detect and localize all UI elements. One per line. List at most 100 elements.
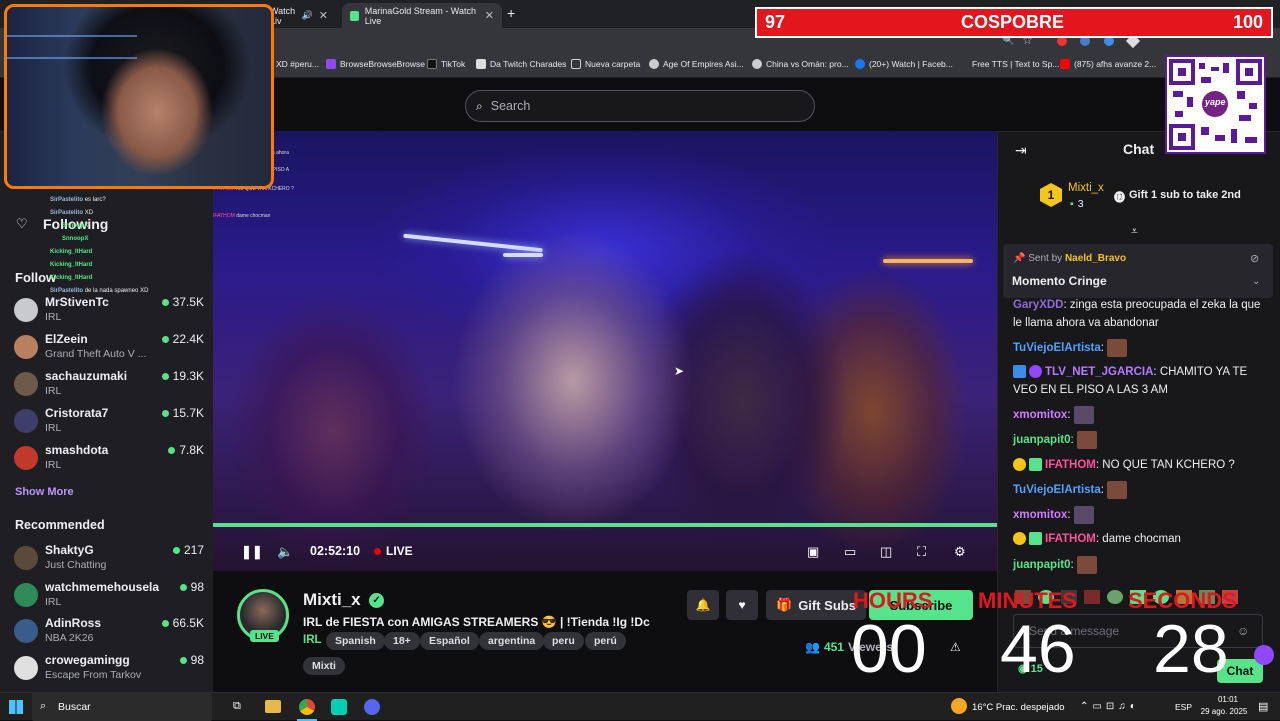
avatar [14, 409, 38, 433]
bookmark-item[interactable]: TikTok [427, 59, 465, 69]
pinned-sender-line: 📌 Sent by Naeld_Bravo [1013, 253, 1126, 264]
viewers-icon: 👥 [805, 640, 820, 654]
sidebar-channel-cristorata7[interactable]: Cristorata7 IRL 15.7K [14, 405, 204, 439]
show-more-link[interactable]: Show More [15, 486, 74, 498]
progress-bar[interactable] [213, 523, 997, 527]
sidebar-channel-mrstiventc[interactable]: MrStivenTc IRL 37.5K [14, 294, 204, 328]
chat-username[interactable]: TuViejoElArtista [1013, 484, 1101, 496]
windows-start-icon[interactable] [9, 700, 23, 714]
new-tab-icon[interactable]: + [507, 5, 515, 21]
tag-peru-accent[interactable]: perú [585, 632, 626, 650]
theatre-mode-icon[interactable]: ▭ [844, 544, 856, 560]
chevron-down-icon[interactable]: ⌄ [1252, 276, 1260, 287]
clock-time[interactable]: 01:01 [1210, 695, 1246, 704]
overlay-chat-user: Kicking_ItHard [50, 262, 93, 268]
pause-icon[interactable]: ❚❚ [241, 544, 263, 560]
bookmark-item[interactable]: (20+) Watch | Faceb... [855, 59, 953, 69]
chat-message: xmomitox: [1013, 406, 1265, 424]
chat-username[interactable]: TLV_NET_JGARCIA [1045, 366, 1153, 378]
chat-username[interactable]: GaryXDD [1013, 299, 1064, 311]
taskbar-search[interactable]: ⌕ Buscar [32, 693, 212, 721]
sidebar-channel-sachauzumaki[interactable]: sachauzumaki IRL 19.3K [14, 368, 204, 402]
system-tray-icons[interactable]: ⌃▭⊡♫◐ [1080, 701, 1140, 712]
avatar [14, 446, 38, 470]
mini-player-icon[interactable]: ◫ [880, 544, 892, 560]
sidebar-channel-shaktyg[interactable]: ShaktyG Just Chatting 217 [14, 542, 204, 576]
tag-mixti[interactable]: Mixti [303, 657, 345, 675]
chat-username[interactable]: IFATHOM [1045, 533, 1096, 545]
sidebar-channel-elzeein[interactable]: ElZeein Grand Theft Auto V ... 22.4K [14, 331, 204, 365]
bookmark-item[interactable]: BrowseBrowseBrowse [326, 59, 425, 69]
bookmark-item[interactable]: (875) afhs avanze 2... [1060, 59, 1156, 69]
avatar [14, 546, 38, 570]
sidebar-channel-smashdota[interactable]: smashdota IRL 7.8K [14, 442, 204, 476]
file-explorer-icon[interactable] [265, 700, 281, 713]
overlay-chat-text: es larc? [84, 197, 106, 203]
bookmark-item[interactable]: Age Of Empires Asi... [649, 59, 744, 69]
overlay-chat: SirPastelito es larc? SirPastelito XD Sn… [50, 194, 210, 298]
bookmark-item[interactable]: Da Twitch Charades [476, 59, 566, 69]
notification-icon[interactable]: ▤ [1258, 700, 1268, 713]
tab-close-icon[interactable]: ✕ [319, 9, 328, 22]
tag-argentina[interactable]: argentina [479, 632, 545, 650]
chrome-icon[interactable] [299, 699, 315, 715]
chat-username[interactable]: IFATHOM [1045, 459, 1096, 471]
search-input[interactable]: ⌕ Search [465, 90, 815, 122]
notification-bell-icon[interactable]: 🔔 [687, 590, 719, 620]
overlay-chat-line: SnnoopX [50, 220, 210, 233]
pinned-message[interactable]: 📌 Sent by Naeld_Bravo Momento Cringe ⊘ ⌄ [1003, 244, 1273, 298]
browser-tab-active[interactable]: MarinaGold Stream - Watch Live ✕ [342, 3, 502, 28]
settings-gear-icon[interactable]: ⚙ [954, 544, 966, 560]
category-link[interactable]: IRL [303, 634, 322, 646]
clock-date[interactable]: 29 ago. 2025 [1194, 707, 1254, 716]
channel-name: ShaktyG [45, 543, 94, 557]
weather-text[interactable]: 16°C Prac. despejado [972, 702, 1065, 713]
chat-username[interactable]: juanpapit0 [1013, 434, 1071, 446]
tag-espanol[interactable]: Español [420, 632, 479, 650]
channel-category: IRL [45, 459, 62, 471]
bookmark-item[interactable]: Free TTS | Text to Sp... [972, 59, 1059, 69]
hide-pin-icon[interactable]: ⊘ [1250, 252, 1259, 265]
discord-icon[interactable] [364, 699, 380, 715]
expand-chevron-icon[interactable]: ⩡ [1131, 224, 1138, 239]
task-view-icon[interactable]: ⧉ [233, 700, 241, 713]
video-player[interactable]: por capricho cada el zeka lo que le llam… [213, 131, 997, 571]
overlay-chat-user: SnnoopX [62, 236, 89, 242]
collapse-chat-icon[interactable]: ⇥ [1015, 142, 1027, 159]
tiktok-icon [427, 59, 437, 69]
bookmark-item[interactable]: XD #peru... [276, 59, 319, 69]
follow-heart-icon[interactable]: ♥ [726, 590, 758, 620]
volume-icon[interactable]: 🔈 [277, 544, 293, 560]
chat-username[interactable]: xmomitox [1013, 509, 1067, 521]
app-icon[interactable] [331, 699, 347, 715]
warning-icon[interactable]: ⚠ [950, 640, 961, 654]
clip-icon[interactable]: ▣ [807, 544, 819, 560]
chat-message: TuViejoElArtista: [1013, 481, 1265, 499]
chat-username[interactable]: TuViejoElArtista [1013, 342, 1101, 354]
sidebar-channel-watchmemehousela[interactable]: watchmemehousela IRL 98 [14, 579, 204, 613]
tag-peru[interactable]: peru [543, 632, 584, 650]
sidebar-channel-crowegamingg[interactable]: crowegamingg Escape From Tarkov 98 [14, 652, 204, 686]
leaderboard-name[interactable]: Mixti_x [1068, 182, 1104, 194]
chat-username[interactable]: xmomitox [1013, 409, 1067, 421]
chat-username[interactable]: juanpapit0 [1013, 559, 1071, 571]
tab-close-icon[interactable]: ✕ [485, 9, 494, 22]
sidebar-channel-adinross[interactable]: AdinRoss NBA 2K26 66.5K [14, 615, 204, 649]
pin-icon: 📌 [1013, 253, 1026, 264]
tag-18plus[interactable]: 18+ [384, 632, 420, 650]
language-indicator[interactable]: ESP [1175, 702, 1192, 712]
emote-icon [1076, 556, 1097, 574]
channel-category: NBA 2K26 [45, 632, 94, 644]
gift-sub-cta[interactable]: ⓬ Gift 1 sub to take 2nd [1114, 189, 1241, 205]
channel-name: ElZeein [45, 332, 88, 346]
badge-icon [1013, 458, 1026, 472]
fullscreen-icon[interactable]: ⛶ [917, 544, 926, 560]
bookmark-item[interactable]: Nueva carpeta [571, 59, 640, 69]
extension-icon[interactable] [1254, 645, 1274, 665]
tag-spanish[interactable]: Spanish [326, 632, 385, 650]
bookmark-label: BrowseBrowseBrowse [340, 59, 426, 69]
emote-picker-icon[interactable]: ☺ [1237, 624, 1249, 638]
channel-name[interactable]: Mixti_x [303, 590, 361, 610]
speaker-icon[interactable]: 🔊 [302, 10, 313, 21]
bookmark-item[interactable]: China vs Omán: pro... [752, 59, 849, 69]
